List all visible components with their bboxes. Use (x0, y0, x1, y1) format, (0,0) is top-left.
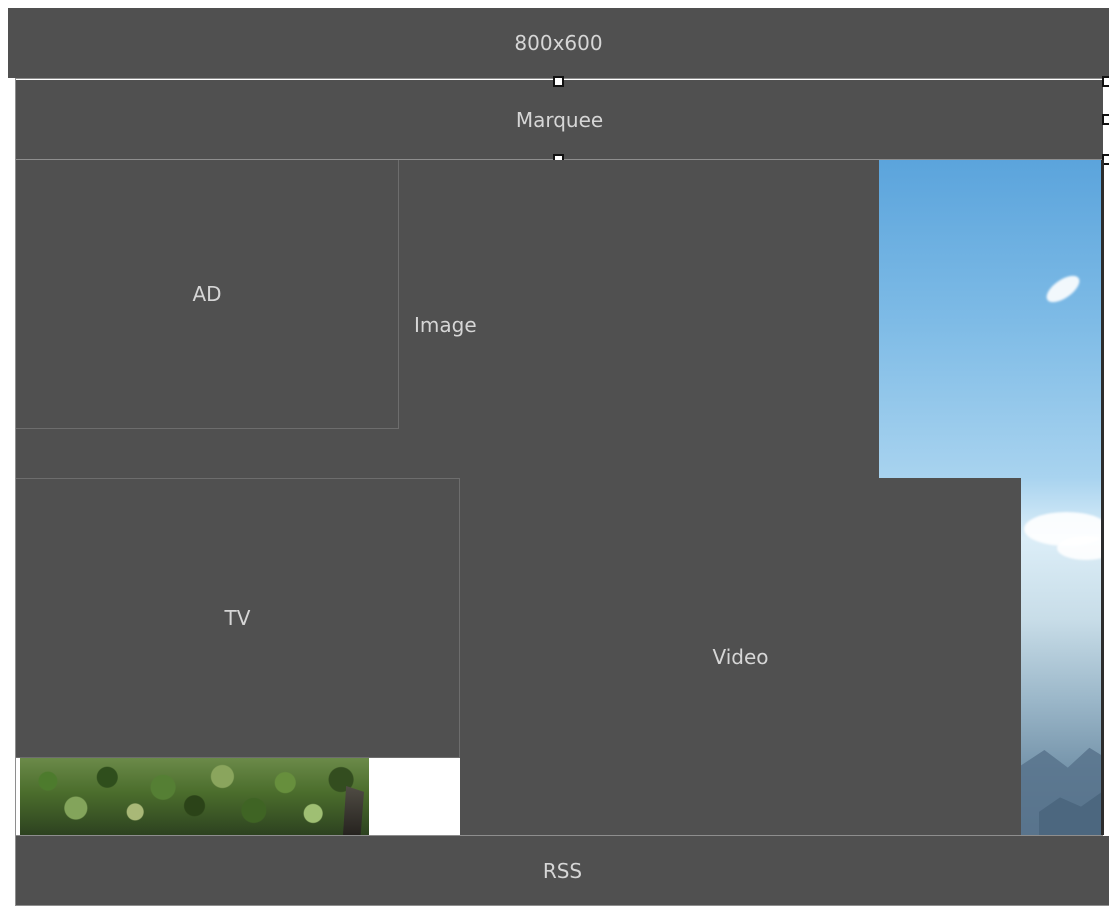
marquee-zone[interactable]: Marquee (16, 80, 1103, 159)
ad-label: AD (192, 282, 222, 306)
resize-handle-right[interactable] (1102, 114, 1109, 125)
tv-zone[interactable]: TV (16, 478, 460, 758)
canvas-bottom-border (15, 905, 1109, 906)
video-zone[interactable]: Video (460, 478, 1021, 835)
rss-label: RSS (542, 858, 583, 883)
ad-zone[interactable]: AD (16, 160, 399, 429)
image-label: Image (414, 313, 477, 337)
cloud-shape (1042, 270, 1084, 308)
resolution-label: 800x600 (514, 31, 603, 55)
tv-label: TV (224, 606, 251, 630)
marquee-label: Marquee (515, 107, 604, 132)
resolution-header: 800x600 (8, 8, 1109, 78)
rock-shape (343, 786, 364, 835)
rss-zone[interactable]: RSS (16, 836, 1109, 905)
cloud-shape (1057, 536, 1103, 560)
image-right-edge (1101, 160, 1104, 835)
resize-handle-top[interactable] (553, 76, 564, 87)
forest-image (20, 758, 369, 835)
video-label: Video (712, 644, 769, 669)
resize-handle-top-right[interactable] (1102, 76, 1109, 87)
